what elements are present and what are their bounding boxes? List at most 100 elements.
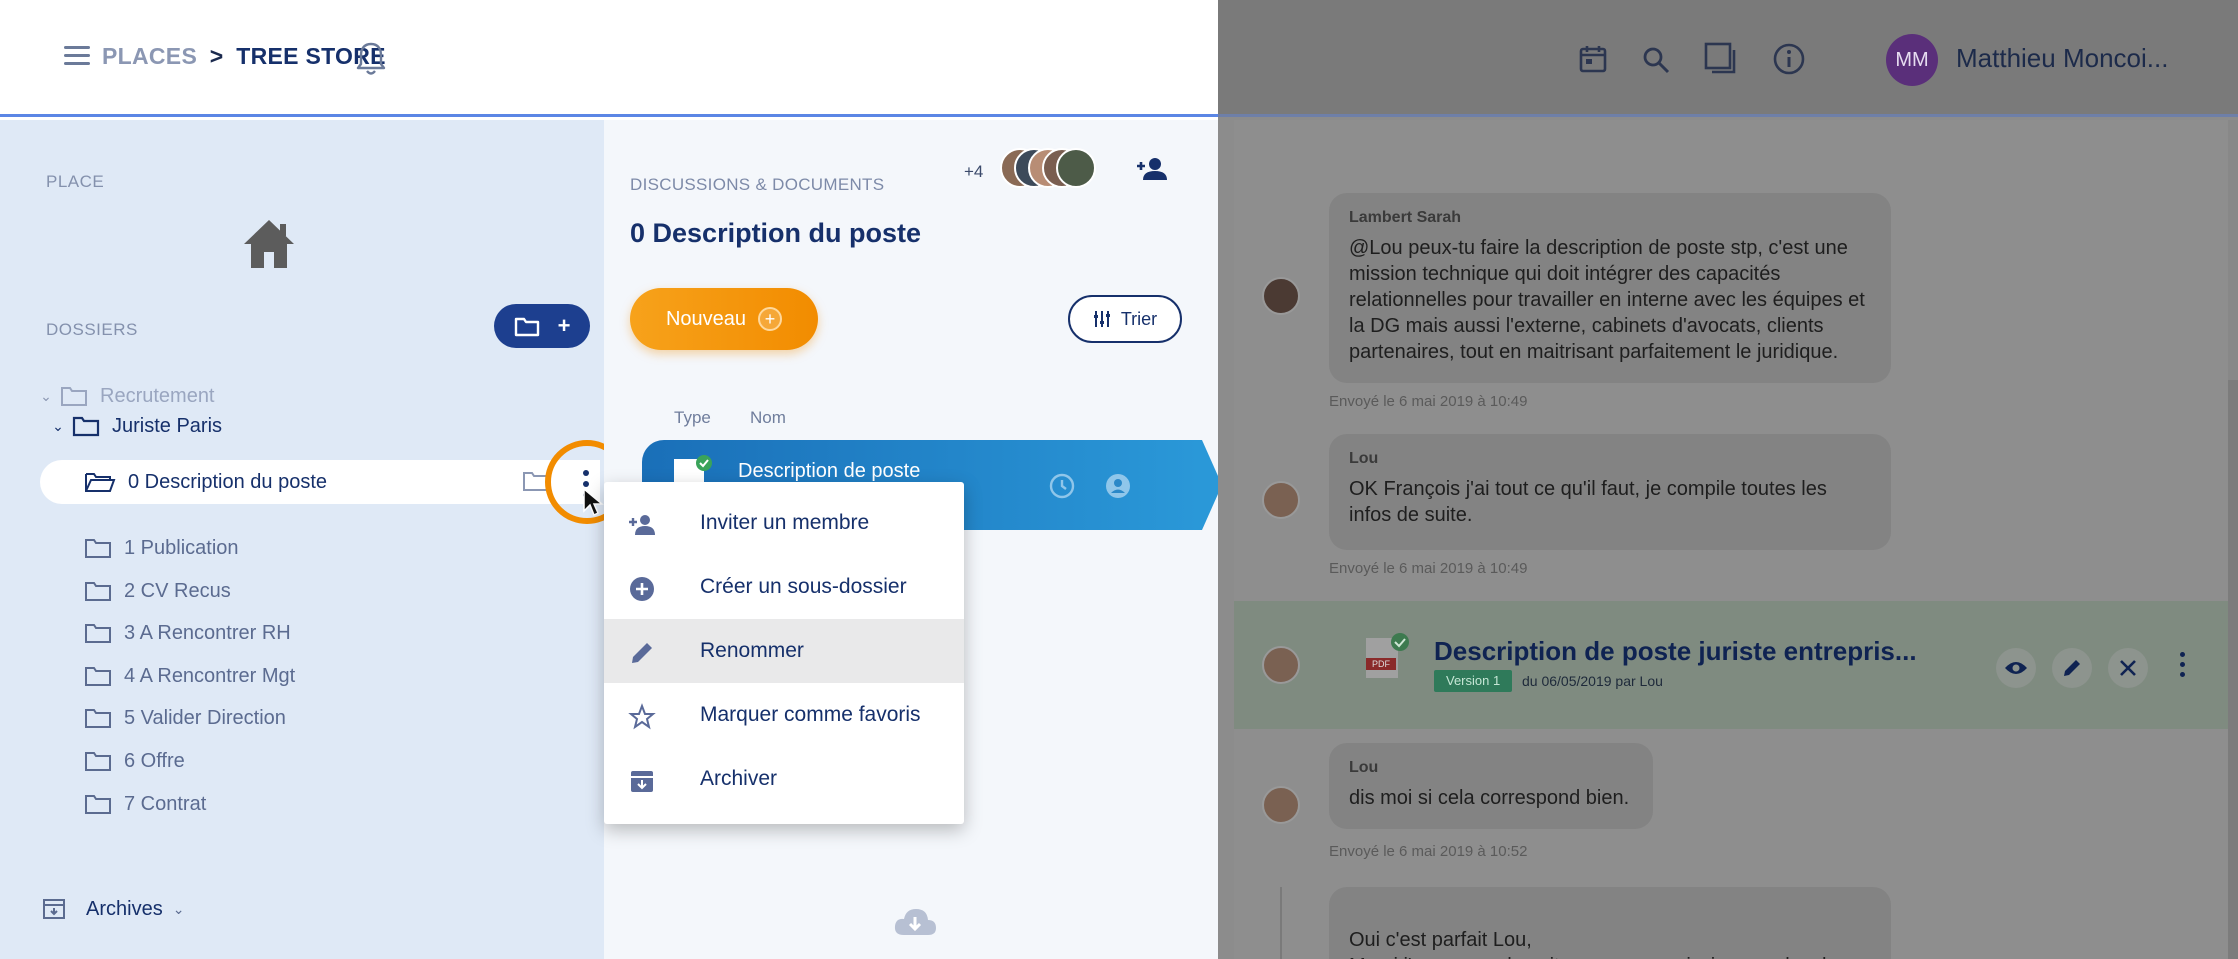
info-icon[interactable] (1772, 42, 1806, 76)
plus-circle-icon (630, 577, 654, 601)
calendar-icon[interactable] (1578, 44, 1608, 74)
new-button-label: Nouveau (665, 307, 747, 330)
hamburger-menu-icon[interactable] (64, 46, 90, 66)
archives-label: Archives (86, 897, 163, 920)
avatar (1262, 786, 1300, 824)
avatar (1262, 481, 1300, 519)
tree-item-juriste-paris[interactable]: ⌄ Juriste Paris (50, 406, 222, 446)
menu-item-favorite[interactable]: Marquer comme favoris (604, 683, 964, 747)
version-badge: Version 1 (1434, 670, 1513, 692)
breadcrumb-separator: > (209, 43, 224, 69)
clock-icon[interactable] (1048, 472, 1076, 500)
tree-item-valider-direction[interactable]: 5 Valider Direction (84, 698, 286, 738)
home-icon[interactable] (242, 218, 296, 270)
tree-item-label: 7 Contrat (124, 792, 207, 815)
folder-icon (85, 624, 111, 643)
tree-item-rencontrer-rh[interactable]: 3 A Rencontrer RH (84, 613, 291, 653)
chevron-down-icon: ⌄ (172, 900, 185, 917)
tree-item-publication[interactable]: 1 Publication (84, 528, 239, 568)
folder-icon (85, 709, 111, 728)
message-timestamp: Envoyé le 6 mai 2019 à 10:52 (1329, 843, 1528, 860)
menu-item-rename[interactable]: Renommer (604, 619, 964, 683)
breadcrumb: PLACES > TREE STORE (102, 43, 386, 70)
tree-item-label: Recrutement (100, 384, 215, 407)
file-title[interactable]: Description de poste juriste entrepris..… (1434, 636, 1917, 667)
message-text: @Lou peux-tu faire la description de pos… (1349, 237, 1865, 363)
add-person-icon (629, 515, 655, 535)
chevron-down-icon[interactable]: ⌄ (38, 388, 54, 405)
remove-button[interactable] (2108, 648, 2148, 688)
tree-item-label: 6 Offre (124, 749, 185, 772)
avatar (1262, 646, 1300, 684)
sort-button[interactable]: Trier (1068, 295, 1182, 343)
context-menu: Inviter un membre Créer un sous-dossier … (604, 482, 964, 824)
menu-item-label: Renommer (700, 639, 804, 662)
more-options-icon[interactable] (2180, 652, 2186, 680)
members-count[interactable]: +4 (964, 162, 983, 182)
tree-item-rencontrer-mgt[interactable]: 4 A Rencontrer Mgt (84, 656, 295, 696)
tree-item-label: 3 A Rencontrer RH (124, 621, 291, 644)
user-avatar[interactable]: MM (1886, 34, 1938, 86)
archive-icon (43, 899, 65, 919)
eye-icon (2005, 662, 2027, 674)
folder-icon (514, 317, 539, 337)
tree-item-contrat[interactable]: 7 Contrat (84, 784, 206, 824)
breadcrumb-places[interactable]: PLACES (102, 43, 197, 69)
user-name[interactable]: Matthieu Moncoi... (1956, 43, 2168, 74)
reply-thread-line (1280, 887, 1282, 959)
menu-item-invite-member[interactable]: Inviter un membre (604, 491, 964, 555)
tree-item-description-du-poste[interactable]: 0 Description du poste (40, 460, 600, 504)
message-text: Oui c'est parfait Lou, Merci j'approuve … (1349, 929, 1851, 959)
chat-message: Lou dis moi si cela correspond bien. (1329, 743, 1653, 829)
tree-item-offre[interactable]: 6 Offre (84, 741, 185, 781)
avatar (1262, 277, 1300, 315)
folder-icon (85, 752, 111, 771)
document-name[interactable]: Description de poste (738, 460, 920, 483)
message-timestamp: Envoyé le 6 mai 2019 à 10:49 (1329, 560, 1528, 577)
search-icon[interactable] (1642, 46, 1670, 74)
close-icon (2120, 660, 2136, 676)
folder-icon (85, 667, 111, 686)
chat-scrollbar-thumb[interactable] (2228, 380, 2238, 959)
member-avatars[interactable] (1000, 148, 1096, 192)
right-top-bar: MM Matthieu Moncoi... (1218, 0, 2238, 117)
sliders-icon (1093, 311, 1110, 327)
tree-item-label: Juriste Paris (112, 414, 223, 437)
message-author: Lou (1349, 759, 1379, 776)
new-button[interactable]: Nouveau + (630, 288, 818, 350)
edit-button[interactable] (2052, 648, 2092, 688)
add-person-icon[interactable] (1136, 156, 1168, 182)
message-author: Lambert Sarah (1349, 209, 1462, 226)
place-label: PLACE (46, 172, 105, 191)
plus-circle-icon: + (758, 307, 783, 331)
bell-icon[interactable] (354, 40, 388, 78)
view-button[interactable] (1996, 648, 2036, 688)
page-title: 0 Description du poste (630, 218, 922, 248)
sidebar: PLACE DOSSIERS + ⌄ Recrutement ⌄ Juriste… (0, 120, 604, 959)
menu-item-create-subfolder[interactable]: Créer un sous-dossier (604, 555, 964, 619)
folder-icon (85, 795, 111, 814)
folders-label: DOSSIERS (46, 320, 138, 339)
mouse-cursor-icon (583, 487, 604, 517)
cloud-upload-icon[interactable] (892, 905, 938, 941)
user-circle-icon[interactable] (1104, 472, 1132, 500)
menu-item-label: Inviter un membre (700, 511, 870, 534)
tree-item-label: 4 A Rencontrer Mgt (124, 664, 296, 687)
chat-message: Lou OK François j'ai tout ce qu'il faut,… (1329, 434, 1891, 550)
menu-item-label: Archiver (700, 767, 778, 790)
column-header-name[interactable]: Nom (750, 408, 786, 428)
archive-icon (631, 771, 653, 792)
tree-item-cv-recus[interactable]: 2 CV Recus (84, 571, 231, 611)
folder-icon (85, 539, 111, 558)
panels-icon[interactable] (1704, 42, 1736, 74)
column-header-type[interactable]: Type (674, 408, 711, 428)
add-folder-button[interactable]: + (494, 304, 590, 348)
archives-toggle[interactable]: Archives ⌄ (42, 889, 184, 929)
menu-item-archive[interactable]: Archiver (604, 747, 964, 811)
tree-item-label: 2 CV Recus (124, 579, 231, 602)
chevron-down-icon[interactable]: ⌄ (50, 418, 66, 435)
message-author: Lou (1349, 450, 1379, 467)
tree-item-label: 1 Publication (124, 536, 239, 559)
folder-icon (85, 582, 111, 601)
chat-message: Lambert Sarah @Lou peux-tu faire la desc… (1329, 193, 1891, 383)
